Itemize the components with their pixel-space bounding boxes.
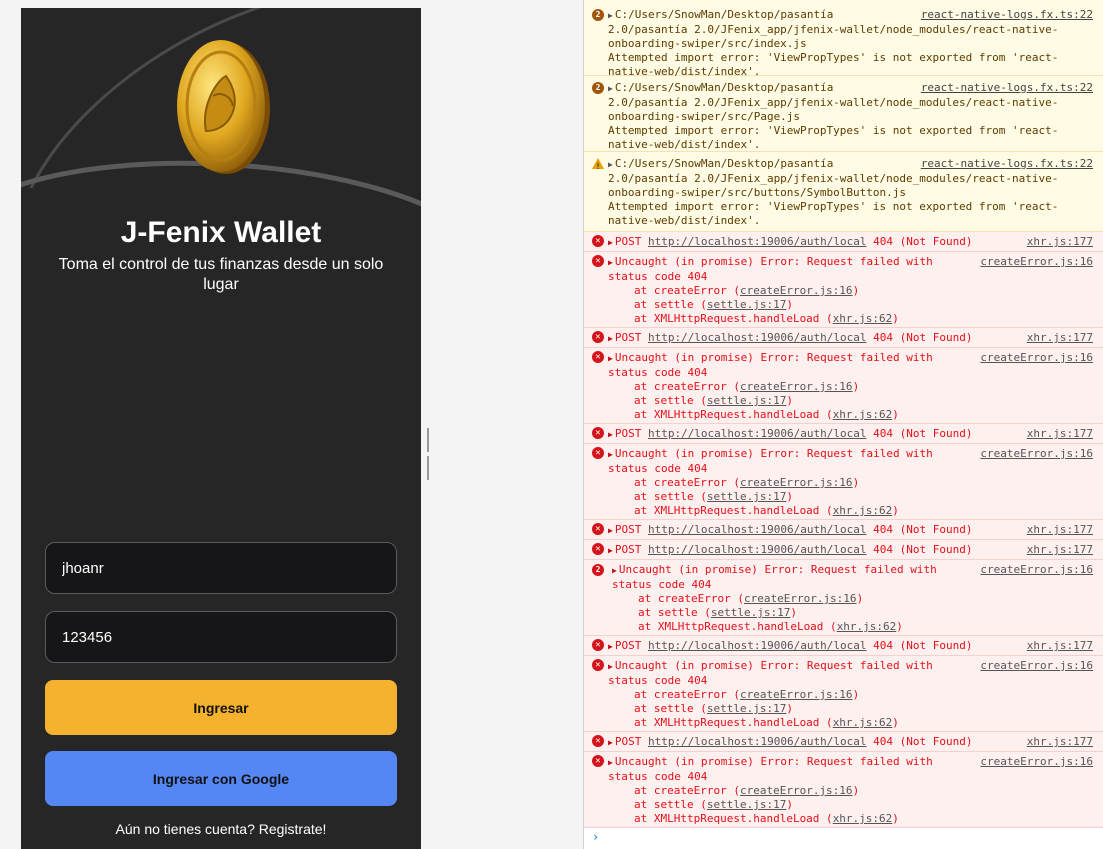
expand-triangle-icon[interactable]: ▶ bbox=[608, 160, 613, 169]
source-link[interactable]: xhr.js:177 bbox=[1027, 639, 1093, 653]
console-error-uncaught[interactable]: ✕ createError.js:16 ▶ Uncaught (in promis… bbox=[584, 252, 1103, 328]
console-prompt[interactable]: › bbox=[592, 830, 599, 844]
error-icon: ✕ bbox=[592, 351, 604, 363]
source-link[interactable]: xhr.js:177 bbox=[1027, 523, 1093, 537]
register-link[interactable]: Aún no tienes cuenta? Registrate! bbox=[21, 821, 421, 837]
source-link[interactable]: createError.js:16 bbox=[980, 659, 1093, 673]
error-count-badge: 2 bbox=[592, 564, 604, 576]
stack-trace: at createError (createError.js:16) at se… bbox=[634, 784, 899, 825]
source-link[interactable]: react-native-logs.fx.ts:22 bbox=[921, 157, 1093, 171]
expand-triangle-icon[interactable]: ▶ bbox=[608, 546, 613, 555]
expand-triangle-icon[interactable]: ▶ bbox=[608, 642, 613, 651]
expand-triangle-icon[interactable]: ▶ bbox=[608, 758, 613, 767]
expand-triangle-icon[interactable]: ▶ bbox=[608, 258, 613, 267]
expand-triangle-icon[interactable]: ▶ bbox=[608, 11, 613, 20]
source-link[interactable]: xhr.js:177 bbox=[1027, 235, 1093, 249]
console-error-uncaught[interactable]: 2 createError.js:16 ▶ Uncaught (in promis… bbox=[584, 560, 1103, 636]
source-link[interactable]: react-native-logs.fx.ts:22 bbox=[921, 81, 1093, 95]
expand-triangle-icon[interactable]: ▶ bbox=[608, 334, 613, 343]
pane-resize-handle[interactable] bbox=[427, 428, 434, 480]
error-icon: ✕ bbox=[592, 331, 604, 343]
error-icon: ✕ bbox=[592, 255, 604, 267]
expand-triangle-icon[interactable]: ▶ bbox=[608, 662, 613, 671]
console-warning[interactable]: 2 react-native-logs.fx.ts:22 ▶ C:/Users/S… bbox=[584, 76, 1103, 152]
source-link[interactable]: createError.js:16 bbox=[980, 563, 1093, 577]
source-link[interactable]: xhr.js:177 bbox=[1027, 331, 1093, 345]
console-error-post[interactable]: ✕ xhr.js:177 ▶ POST http://localhost:1900… bbox=[584, 636, 1103, 656]
expand-triangle-icon[interactable]: ▶ bbox=[608, 526, 613, 535]
error-icon: ✕ bbox=[592, 755, 604, 767]
console-error-post[interactable]: ✕ xhr.js:177 ▶ POST http://localhost:1900… bbox=[584, 328, 1103, 348]
request-url-link[interactable]: http://localhost:19006/auth/local bbox=[648, 639, 867, 652]
expand-triangle-icon[interactable]: ▶ bbox=[608, 238, 613, 247]
error-icon: ✕ bbox=[592, 447, 604, 459]
warning-message: Attempted import error: 'ViewPropTypes' … bbox=[608, 200, 1059, 227]
warning-message: Attempted import error: 'ViewPropTypes' … bbox=[608, 51, 1059, 78]
source-link[interactable]: xhr.js:177 bbox=[1027, 735, 1093, 749]
coin-logo-icon bbox=[177, 40, 270, 174]
request-url-link[interactable]: http://localhost:19006/auth/local bbox=[648, 427, 867, 440]
error-icon: ✕ bbox=[592, 659, 604, 671]
request-url-link[interactable]: http://localhost:19006/auth/local bbox=[648, 331, 867, 344]
expand-triangle-icon[interactable]: ▶ bbox=[608, 84, 613, 93]
console-error-post[interactable]: ✕ xhr.js:177 ▶ POST http://localhost:1900… bbox=[584, 732, 1103, 752]
error-icon: ✕ bbox=[592, 427, 604, 439]
warning-count-badge: 2 bbox=[592, 9, 604, 21]
error-icon: ✕ bbox=[592, 639, 604, 651]
console-error-post[interactable]: ✕ xhr.js:177 ▶ POST http://localhost:1900… bbox=[584, 424, 1103, 444]
stack-trace: at createError (createError.js:16) at se… bbox=[634, 284, 899, 325]
request-url-link[interactable]: http://localhost:19006/auth/local bbox=[648, 735, 867, 748]
app-title: J-Fenix Wallet bbox=[120, 216, 322, 249]
expand-triangle-icon[interactable]: ▶ bbox=[608, 450, 613, 459]
stack-trace: at createError (createError.js:16) at se… bbox=[638, 592, 903, 633]
error-icon: ✕ bbox=[592, 735, 604, 747]
google-login-button[interactable]: Ingresar con Google bbox=[45, 751, 397, 806]
request-url-link[interactable]: http://localhost:19006/auth/local bbox=[648, 543, 867, 556]
app-preview-pane: J-Fenix Wallet Toma el control de tus fi… bbox=[0, 0, 583, 849]
warning-count-badge: 2 bbox=[592, 82, 604, 94]
source-link[interactable]: createError.js:16 bbox=[980, 255, 1093, 269]
error-icon: ✕ bbox=[592, 543, 604, 555]
stack-trace: at createError (createError.js:16) at se… bbox=[634, 688, 899, 729]
request-url-link[interactable]: http://localhost:19006/auth/local bbox=[648, 235, 867, 248]
login-button[interactable]: Ingresar bbox=[45, 680, 397, 735]
expand-triangle-icon[interactable]: ▶ bbox=[608, 738, 613, 747]
error-icon: ✕ bbox=[592, 235, 604, 247]
stack-trace: at createError (createError.js:16) at se… bbox=[634, 380, 899, 421]
screen: { "app": { "title": "J-Fenix Wallet", "s… bbox=[0, 0, 1103, 849]
request-url-link[interactable]: http://localhost:19006/auth/local bbox=[648, 523, 867, 536]
console-error-uncaught[interactable]: ✕ createError.js:16 ▶ Uncaught (in promis… bbox=[584, 656, 1103, 732]
console-warning[interactable]: ! react-native-logs.fx.ts:22 ▶ C:/Users/S… bbox=[584, 152, 1103, 232]
error-icon: ✕ bbox=[592, 523, 604, 535]
stack-trace: at createError (createError.js:16) at se… bbox=[634, 476, 899, 517]
console-error-post[interactable]: ✕ xhr.js:177 ▶ POST http://localhost:1900… bbox=[584, 540, 1103, 560]
console-error-post[interactable]: ✕ xhr.js:177 ▶ POST http://localhost:1900… bbox=[584, 520, 1103, 540]
devtools-console: 2 react-native-logs.fx.ts:22 ▶ C:/Users/S… bbox=[583, 0, 1103, 849]
source-link[interactable]: xhr.js:177 bbox=[1027, 543, 1093, 557]
app-subtitle: Toma el control de tus finanzas desde un… bbox=[58, 256, 384, 293]
expand-triangle-icon[interactable]: ▶ bbox=[612, 566, 617, 575]
console-error-uncaught[interactable]: ✕ createError.js:16 ▶ Uncaught (in promis… bbox=[584, 444, 1103, 520]
username-input[interactable] bbox=[45, 542, 397, 594]
source-link[interactable]: xhr.js:177 bbox=[1027, 427, 1093, 441]
console-error-uncaught[interactable]: ✕ createError.js:16 ▶ Uncaught (in promis… bbox=[584, 752, 1103, 828]
app-screen: J-Fenix Wallet Toma el control de tus fi… bbox=[21, 8, 421, 849]
console-error-post[interactable]: ✕ xhr.js:177 ▶ POST http://localhost:1900… bbox=[584, 232, 1103, 252]
expand-triangle-icon[interactable]: ▶ bbox=[608, 354, 613, 363]
console-error-uncaught[interactable]: ✕ createError.js:16 ▶ Uncaught (in promis… bbox=[584, 348, 1103, 424]
expand-triangle-icon[interactable]: ▶ bbox=[608, 430, 613, 439]
console-warning[interactable]: 2 react-native-logs.fx.ts:22 ▶ C:/Users/S… bbox=[584, 0, 1103, 78]
source-link[interactable]: createError.js:16 bbox=[980, 755, 1093, 769]
password-input[interactable] bbox=[45, 611, 397, 663]
warning-message: Attempted import error: 'ViewPropTypes' … bbox=[608, 124, 1059, 151]
source-link[interactable]: createError.js:16 bbox=[980, 447, 1093, 461]
source-link[interactable]: createError.js:16 bbox=[980, 351, 1093, 365]
source-link[interactable]: react-native-logs.fx.ts:22 bbox=[921, 8, 1093, 22]
